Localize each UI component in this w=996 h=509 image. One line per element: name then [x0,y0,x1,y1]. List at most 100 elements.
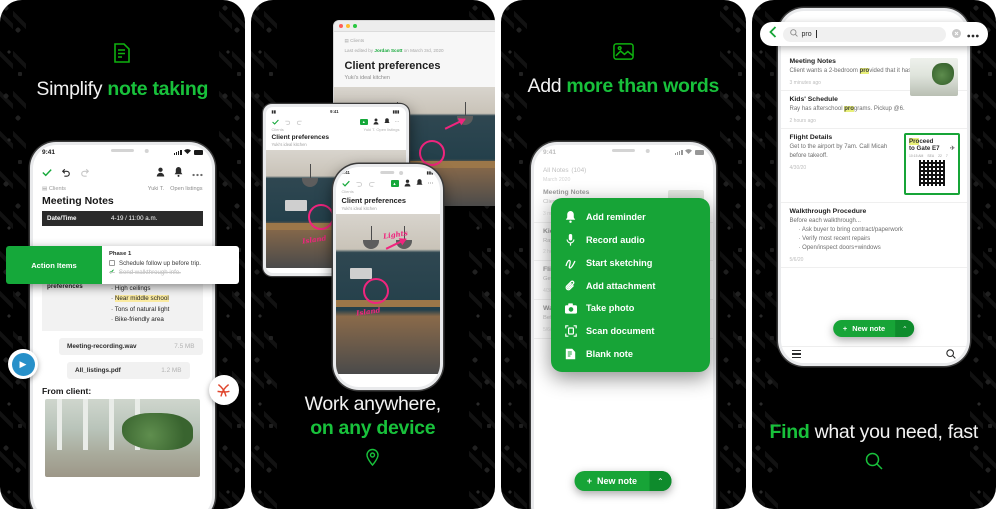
panel-add-more-than-words: Add more than words 9:41 All Notes (104)… [501,0,746,509]
attachment-name: Meeting-recording.wav [67,342,137,350]
undo-icon [284,120,290,125]
headline-green-part: more than words [566,75,720,97]
clear-search-icon[interactable] [952,25,961,43]
result-time: 2 hours ago [789,118,816,124]
new-note-label: New note [852,324,886,333]
menu-item-label: Start sketching [586,257,653,268]
menu-item-scan-document[interactable]: Scan document [551,319,710,342]
redo-icon[interactable] [80,164,90,182]
menu-item-label: Add attachment [586,280,656,291]
more-options-icon[interactable]: ⋯ [428,180,434,187]
menu-item-record-audio[interactable]: Record audio [551,228,710,251]
microphone-icon [564,233,577,246]
result-title: Kids' Schedule [789,96,838,103]
note-toolbar: ▲ ⋯ [266,116,406,126]
window-control-dots[interactable] [338,24,357,28]
breadcrumb[interactable]: ▤ Clients [345,38,496,44]
tag-yuki[interactable]: Yuki T. [364,127,376,132]
breadcrumb: Clients [341,189,354,194]
undo-icon[interactable] [61,164,71,182]
list-subtitle: March 2020 [543,177,571,183]
back-chevron-icon[interactable] [768,25,777,43]
result-body: Ray has afterschool programs. Pickup @6. [789,106,905,112]
search-highlight: pro [844,106,854,112]
search-input[interactable]: pro [782,26,946,42]
share-button[interactable]: ▲ [359,118,368,125]
author-name[interactable]: Jordan Scott [374,48,402,53]
checkbox-row-unchecked[interactable]: Schedule follow up before trip. [109,260,232,267]
image-photo-icon [501,42,746,66]
search-result-item[interactable]: Flight Details Get to the airport by 7am… [780,129,967,203]
redo-icon [368,181,375,187]
result-time: 5/6/20 [789,257,804,263]
camera-icon [564,302,577,314]
more-options-icon[interactable] [967,25,979,43]
panel-headline-block: Add more than words [501,42,746,99]
note-title: Client preferences [344,60,441,72]
table-cell-datetime: 4-19 / 11:00 a.m. [106,211,203,226]
checkbox-row-checked[interactable]: ✔ Send walkthrough info. [109,269,232,276]
share-person-icon[interactable] [156,164,165,182]
chevron-up-icon[interactable]: ⌃ [649,471,672,491]
boarding-pass-line2: to Gate E7 ✈ [909,145,955,152]
search-result-item[interactable]: Kids' Schedule Ray has afterschool progr… [780,91,967,129]
kitchen-photo: Island Lights [335,214,440,374]
checkbox-checked-icon[interactable]: ✔ [109,269,115,276]
tag-open-listings[interactable]: Open listings [376,127,399,132]
chevron-up-icon[interactable]: ⌃ [895,320,915,337]
note-toolbar [33,160,212,184]
menu-item-label: Blank note [586,348,633,359]
menu-item-take-photo[interactable]: Take photo [551,297,710,319]
list-item: · Ask buyer to bring contract/paperwork [798,227,903,233]
notes-list-header: All Notes (104) March 2020 [534,160,713,184]
attachment-name: All_listings.pdf [75,366,121,374]
list-item: · Verify most recent repairs [798,236,871,242]
page-title: Find what you need, fast [752,421,996,445]
menu-item-blank-note[interactable]: Blank note [551,342,710,365]
list-title: All Notes [543,167,569,174]
checkmark-done-icon [271,119,279,125]
search-result-item[interactable]: Walkthrough Procedure Before each walkth… [780,203,967,268]
share-button[interactable]: ▲ [390,179,399,187]
attachment-size: 7.5 MB [174,342,195,350]
play-audio-icon[interactable]: ▶ [8,349,38,379]
search-result-item[interactable]: Meeting Notes Client wants a 2-bedroom p… [780,53,967,96]
new-note-button[interactable]: + New note ⌃ [574,471,672,491]
boarding-pass-thumbnail: Proceed to Gate E7 ✈ 10:15 AM SEA 22 7 [904,133,960,195]
note-subtitle: Yuki's ideal kitchen [271,142,307,147]
menu-item-add-reminder[interactable]: Add reminder [551,205,710,228]
panel-headline-block: Simplify note taking [0,42,245,102]
search-highlight: Pro [832,208,845,215]
tag-open-listings[interactable]: Open listings [170,186,202,192]
attachment-audio[interactable]: Meeting-recording.wav 7.5 MB [59,337,203,355]
menu-item-add-attachment[interactable]: Add attachment [551,274,710,297]
breadcrumb-notebook[interactable]: ▤ Clients [42,186,66,192]
table-header-datetime: Date/Time [42,211,106,226]
attachment-size: 1.2 MB [161,366,182,374]
list-item: · Tons of natural light [111,305,170,313]
annotation-circle [307,204,334,231]
client-photo-image [45,398,200,477]
notification-bell-icon [383,118,390,123]
notification-bell-icon[interactable] [174,164,183,182]
new-note-button[interactable]: + New note ⌃ [832,320,915,337]
note-title: Client preferences [341,196,407,205]
more-options-icon[interactable] [191,164,203,182]
tag-yuki[interactable]: Yuki T. [148,186,164,192]
undo-icon [355,181,362,187]
search-bar: pro [759,22,988,46]
status-time: 9:41 [341,170,350,175]
search-magnifier-icon[interactable] [946,346,956,363]
phase-label: Phase 1 [109,251,132,257]
pdf-file-icon[interactable] [208,375,239,405]
note-title: Client preferences [271,134,330,141]
menu-item-label: Add reminder [586,211,646,222]
notification-bell-icon [415,179,423,185]
more-options-icon[interactable]: ⋯ [395,119,400,125]
checkbox-icon[interactable] [109,260,115,266]
text-cursor [815,30,817,38]
hamburger-menu-icon[interactable] [791,349,801,360]
checkmark-done-icon[interactable] [42,164,52,182]
attachment-pdf[interactable]: All_listings.pdf 1.2 MB [67,361,190,379]
menu-item-start-sketching[interactable]: Start sketching [551,251,710,274]
